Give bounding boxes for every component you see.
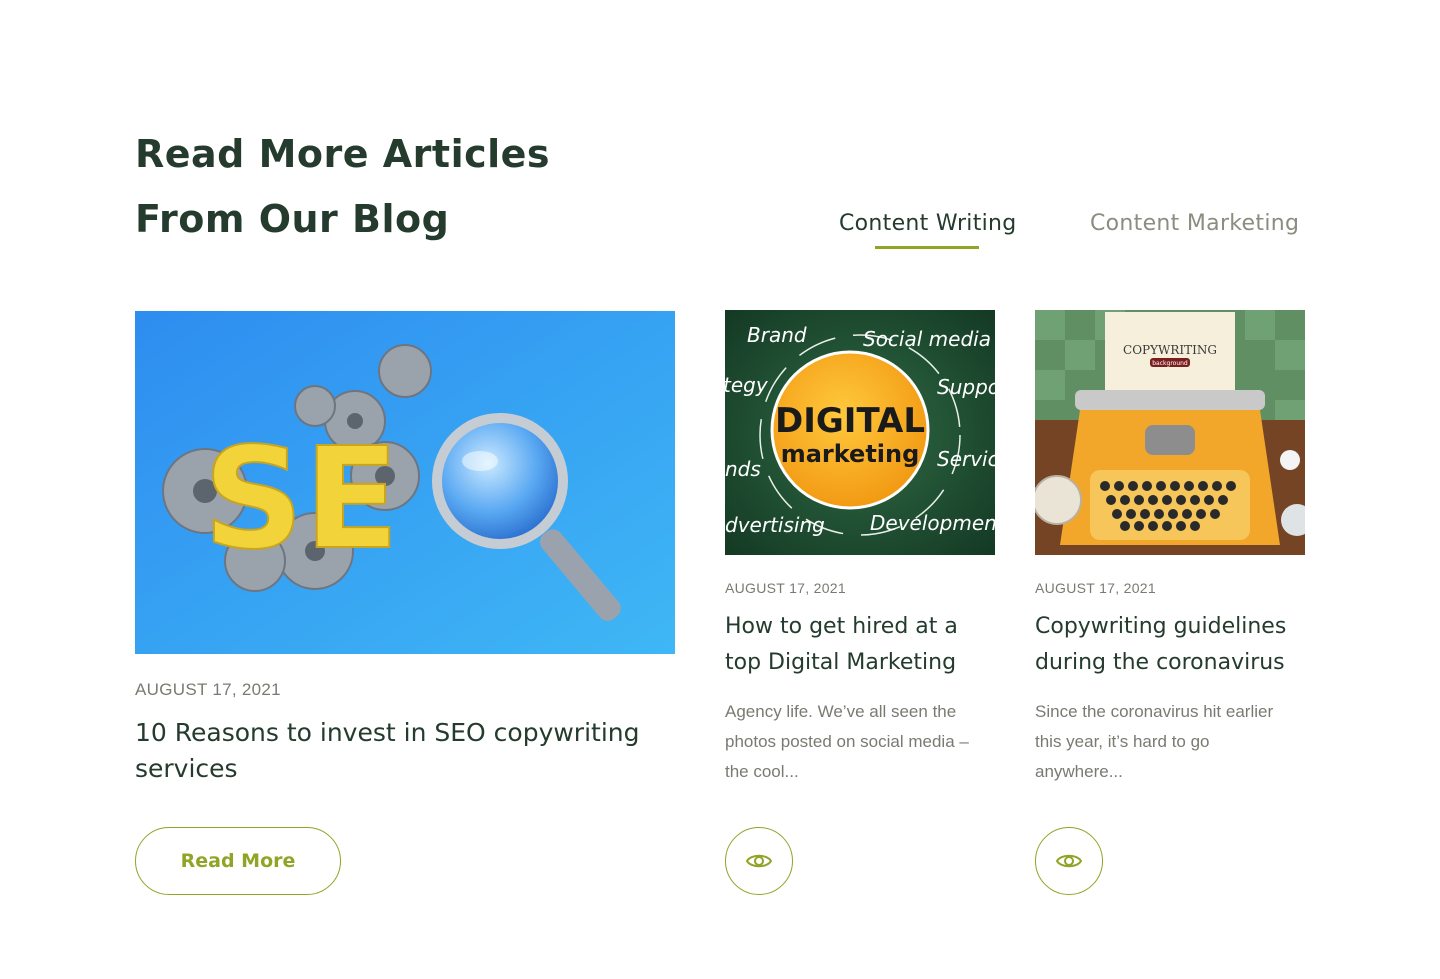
excerpt-line: Since the coronavirus hit earlier xyxy=(1035,702,1274,721)
active-tab-underline xyxy=(875,246,979,249)
seo-text: SE xyxy=(203,418,399,581)
post-title-line: Copywriting guidelines xyxy=(1035,614,1287,639)
chalk-word: Social media xyxy=(863,327,991,351)
heading-line-1: Read More Articles xyxy=(135,132,551,176)
post-date: AUGUST 17, 2021 xyxy=(725,580,846,596)
chalk-center-sub: marketing xyxy=(781,440,920,468)
excerpt-line: this year, it’s hard to go xyxy=(1035,732,1210,751)
category-tabs: Content Writing Content Marketing xyxy=(0,208,1440,258)
post-excerpt: Agency life. We’ve all seen the photos p… xyxy=(725,697,1005,787)
chalk-word: Servic xyxy=(937,447,995,471)
chalk-word: Development xyxy=(870,511,995,535)
paper-sub: background xyxy=(1152,360,1188,367)
paper-title: COPYWRITING xyxy=(1123,343,1217,357)
chalk-word: dvertising xyxy=(725,513,825,537)
excerpt-line: Agency life. We’ve all seen the xyxy=(725,702,957,721)
post-title[interactable]: Copywriting guidelines during the corona… xyxy=(1035,609,1325,681)
excerpt-line: anywhere... xyxy=(1035,762,1123,781)
eye-icon xyxy=(746,854,772,868)
post-title[interactable]: How to get hired at a top Digital Market… xyxy=(725,609,1005,681)
excerpt-line: photos posted on social media – xyxy=(725,732,969,751)
chalk-word: nds xyxy=(725,457,761,481)
post-title-line: How to get hired at a xyxy=(725,614,958,639)
post-date: AUGUST 17, 2021 xyxy=(1035,580,1156,596)
eye-icon xyxy=(1056,854,1082,868)
post-date: AUGUST 17, 2021 xyxy=(135,680,281,699)
tab-content-writing[interactable]: Content Writing xyxy=(839,208,1017,240)
chalk-center-title: DIGITAL xyxy=(775,401,925,441)
post-excerpt: Since the coronavirus hit earlier this y… xyxy=(1035,697,1325,787)
view-post-button[interactable] xyxy=(1035,827,1103,895)
tab-content-marketing[interactable]: Content Marketing xyxy=(1090,208,1299,240)
post-title[interactable]: 10 Reasons to invest in SEO copywriting … xyxy=(135,715,655,787)
typewriter-image[interactable]: COPYWRITING background xyxy=(1035,310,1305,555)
excerpt-line: the cool... xyxy=(725,762,799,781)
post-title-line: top Digital Marketing xyxy=(725,650,957,675)
view-post-button[interactable] xyxy=(725,827,793,895)
chalk-word: tegy xyxy=(725,373,769,397)
chalk-word: Brand xyxy=(747,323,807,347)
seo-magnifier-image[interactable]: SE xyxy=(135,311,675,654)
chalk-word: Suppo xyxy=(937,375,995,399)
post-title-line: during the coronavirus xyxy=(1035,650,1285,675)
read-more-button[interactable]: Read More xyxy=(135,827,341,895)
digital-marketing-chalkboard-image[interactable]: Brand Social media tegy Suppo nds Servic… xyxy=(725,310,995,555)
blog-section: Read More Articles From Our Blog Content… xyxy=(0,0,1440,979)
